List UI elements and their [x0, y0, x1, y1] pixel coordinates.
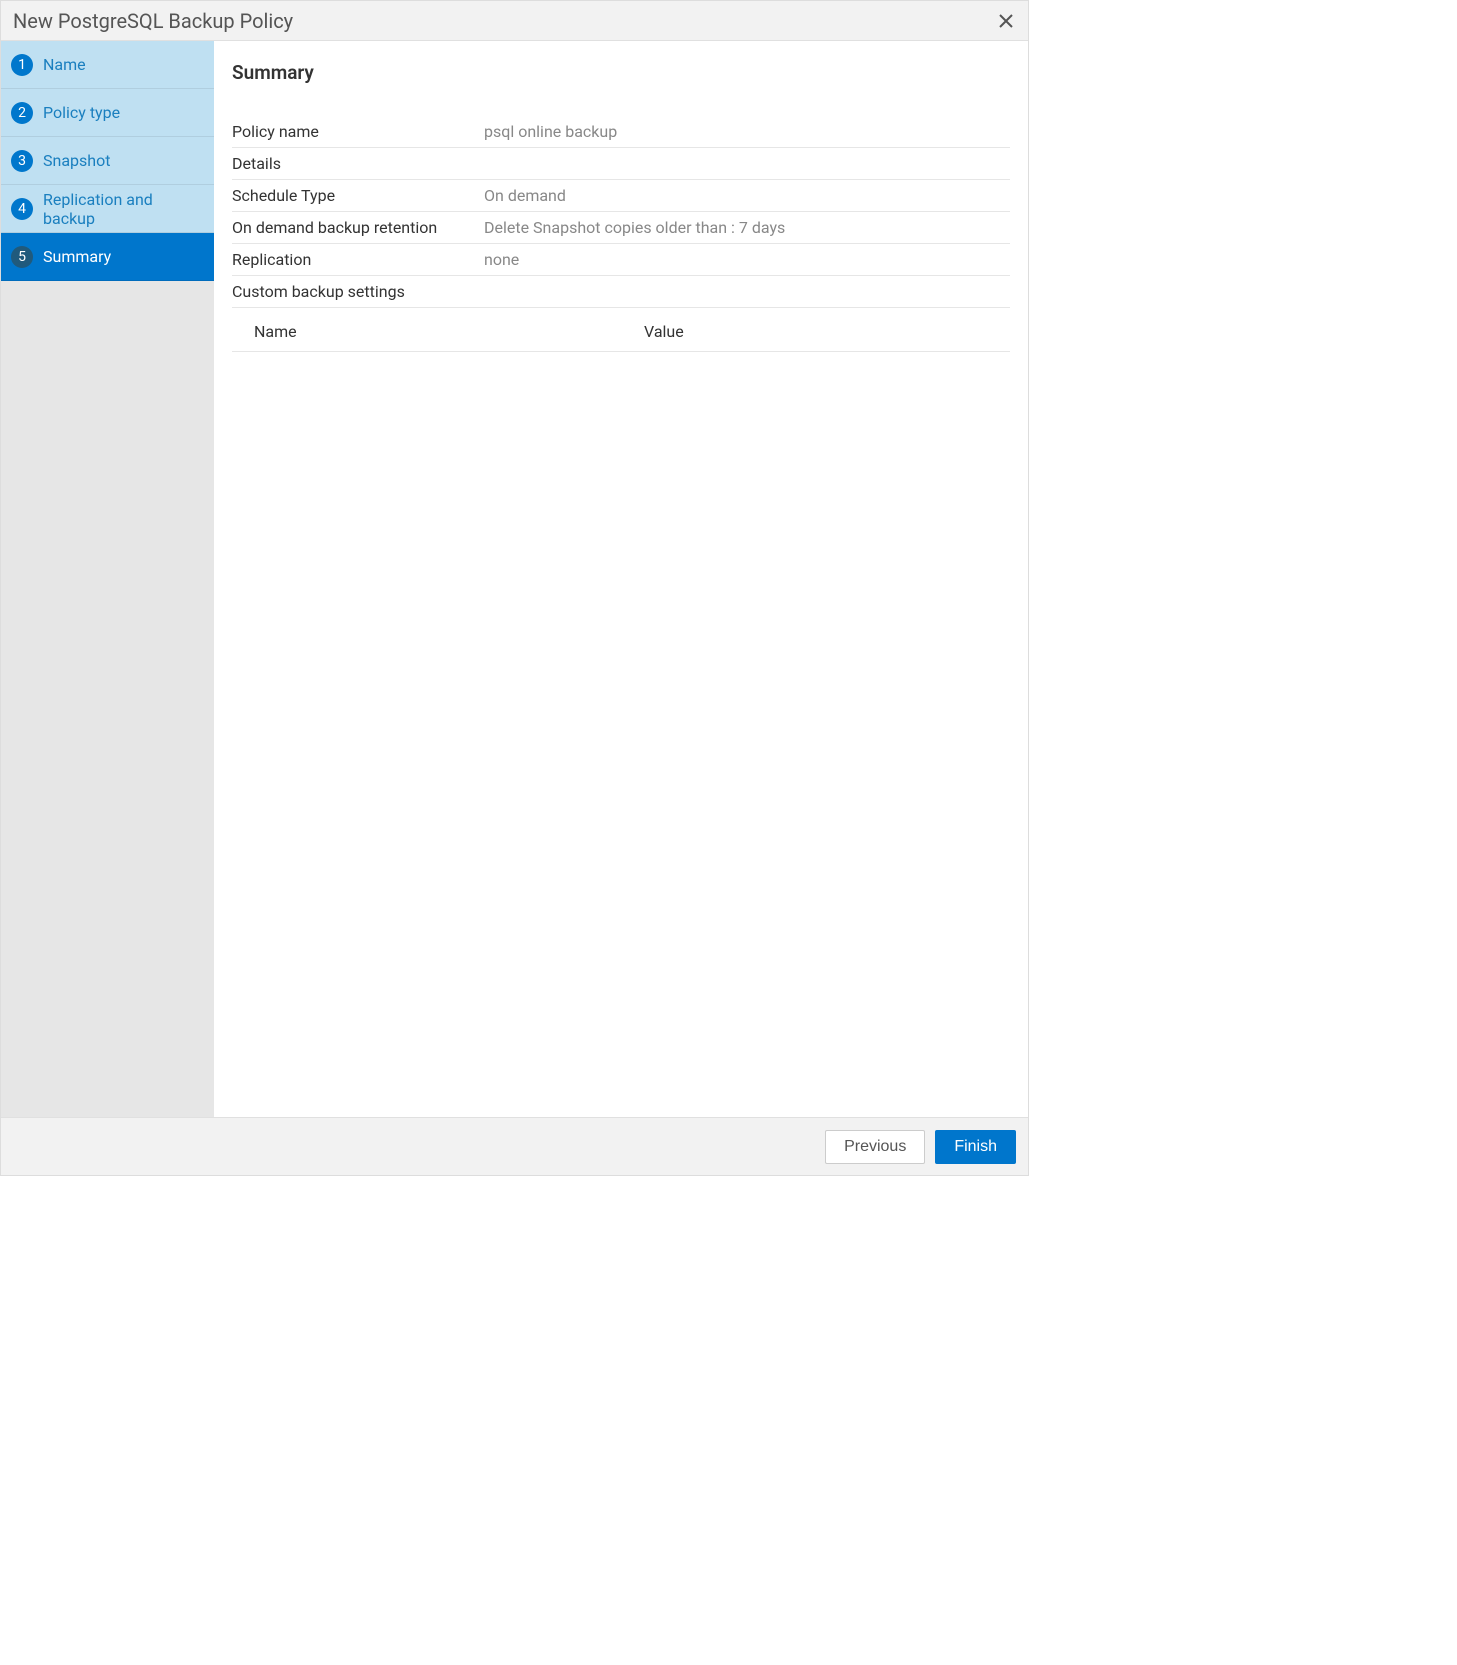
- step-number: 1: [11, 54, 33, 76]
- custom-settings-header: Name Value: [232, 312, 1010, 352]
- label-replication: Replication: [232, 250, 484, 269]
- step-snapshot[interactable]: 3 Snapshot: [1, 137, 214, 185]
- main-content: Summary Policy name psql online backup D…: [214, 41, 1028, 1117]
- row-policy-name: Policy name psql online backup: [232, 116, 1010, 148]
- step-policy-type[interactable]: 2 Policy type: [1, 89, 214, 137]
- value-schedule-type: On demand: [484, 186, 566, 205]
- value-replication: none: [484, 250, 519, 269]
- wizard-sidebar: 1 Name 2 Policy type 3 Snapshot 4 Replic…: [1, 41, 214, 1117]
- step-label: Replication and backup: [43, 190, 204, 228]
- step-replication-backup[interactable]: 4 Replication and backup: [1, 185, 214, 233]
- titlebar: New PostgreSQL Backup Policy: [1, 1, 1028, 41]
- label-retention: On demand backup retention: [232, 218, 484, 237]
- step-number: 3: [11, 150, 33, 172]
- step-number: 5: [11, 246, 33, 268]
- step-number: 2: [11, 102, 33, 124]
- previous-button[interactable]: Previous: [825, 1130, 925, 1164]
- row-retention: On demand backup retention Delete Snapsh…: [232, 212, 1010, 244]
- col-value: Value: [644, 322, 684, 341]
- finish-button[interactable]: Finish: [935, 1130, 1016, 1164]
- dialog-title: New PostgreSQL Backup Policy: [13, 9, 293, 33]
- step-label: Policy type: [43, 103, 120, 122]
- step-summary[interactable]: 5 Summary: [1, 233, 214, 281]
- dialog-footer: Previous Finish: [1, 1117, 1028, 1175]
- dialog-body: 1 Name 2 Policy type 3 Snapshot 4 Replic…: [1, 41, 1028, 1117]
- label-schedule-type: Schedule Type: [232, 186, 484, 205]
- row-replication: Replication none: [232, 244, 1010, 276]
- row-custom-settings: Custom backup settings: [232, 276, 1010, 308]
- step-label: Name: [43, 55, 86, 74]
- step-label: Snapshot: [43, 151, 110, 170]
- value-policy-name: psql online backup: [484, 122, 617, 141]
- step-number: 4: [11, 198, 33, 220]
- close-icon[interactable]: [996, 11, 1016, 31]
- label-policy-name: Policy name: [232, 122, 484, 141]
- step-label: Summary: [43, 247, 111, 266]
- row-schedule-type: Schedule Type On demand: [232, 180, 1010, 212]
- dialog: New PostgreSQL Backup Policy 1 Name 2 Po…: [0, 0, 1029, 1176]
- step-name[interactable]: 1 Name: [1, 41, 214, 89]
- value-retention: Delete Snapshot copies older than : 7 da…: [484, 218, 785, 237]
- row-details: Details: [232, 148, 1010, 180]
- page-title: Summary: [232, 61, 1010, 84]
- col-name: Name: [254, 322, 644, 341]
